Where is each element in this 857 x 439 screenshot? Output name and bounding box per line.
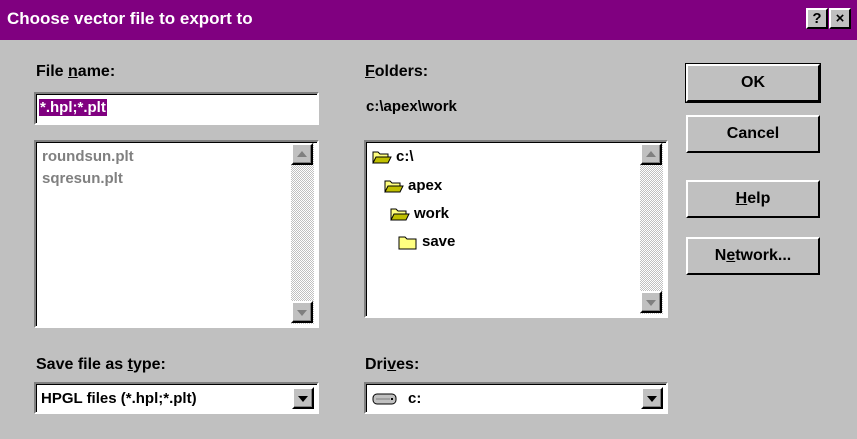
folder-label: work: [414, 205, 450, 222]
folder-item-apex[interactable]: apex: [384, 177, 442, 194]
title-bar[interactable]: Choose vector file to export to ? ×: [0, 0, 857, 40]
file-name-value: *.hpl;*.plt: [39, 99, 107, 116]
scroll-up-icon: [646, 151, 656, 157]
help-button[interactable]: Help: [686, 180, 820, 218]
chevron-down-icon: [647, 396, 657, 402]
current-path: c:\apex\work: [366, 98, 457, 115]
file-list[interactable]: roundsun.plt sqresun.plt: [34, 140, 319, 328]
file-list-scroll-down[interactable]: [291, 301, 313, 323]
cancel-button[interactable]: Cancel: [686, 115, 820, 153]
folder-icon: [398, 236, 417, 249]
export-dialog: Choose vector file to export to ? × File…: [0, 0, 857, 439]
question-icon: ?: [812, 10, 822, 27]
folder-item-work[interactable]: work: [390, 205, 449, 222]
drives-select[interactable]: c:: [364, 382, 668, 414]
network-button-label: Network...: [714, 247, 792, 264]
open-folder-icon: [372, 151, 392, 163]
cancel-button-label: Cancel: [726, 125, 780, 142]
network-button[interactable]: Network...: [686, 237, 820, 275]
save-type-select[interactable]: HPGL files (*.hpl;*.plt): [34, 382, 319, 414]
scroll-down-icon: [297, 310, 307, 316]
close-icon: ×: [835, 10, 845, 27]
file-list-scrollbar[interactable]: [291, 143, 314, 324]
scroll-up-icon: [297, 151, 307, 157]
folder-item-root[interactable]: c:\: [372, 148, 414, 165]
close-title-button[interactable]: ×: [829, 8, 851, 29]
folders-label: Folders:: [365, 63, 429, 80]
help-title-button[interactable]: ?: [806, 8, 828, 29]
save-type-value: HPGL files (*.hpl;*.plt): [41, 390, 197, 407]
file-list-scroll-up[interactable]: [291, 143, 313, 165]
ok-button[interactable]: OK: [685, 63, 821, 103]
chevron-down-icon: [298, 396, 308, 402]
folder-label: c:\: [396, 148, 414, 165]
hard-drive-icon: [372, 393, 397, 405]
file-list-item[interactable]: roundsun.plt: [42, 148, 134, 165]
folder-tree-scroll-down[interactable]: [640, 291, 662, 313]
file-list-item[interactable]: sqresun.plt: [42, 170, 123, 187]
drives-label: Drives:: [365, 356, 420, 373]
scroll-down-icon: [646, 300, 656, 306]
open-folder-icon: [390, 208, 410, 220]
window-title: Choose vector file to export to: [7, 9, 253, 28]
help-button-label: Help: [735, 190, 771, 207]
folder-tree[interactable]: c:\ apex work save: [364, 140, 668, 318]
folder-item-save[interactable]: save: [398, 233, 455, 250]
folder-label: save: [422, 233, 456, 250]
folder-tree-scrollbar[interactable]: [640, 143, 663, 314]
folder-label: apex: [408, 177, 443, 194]
open-folder-icon: [384, 180, 404, 192]
save-type-label: Save file as type:: [36, 356, 166, 373]
file-name-input[interactable]: *.hpl;*.plt: [34, 92, 319, 125]
file-name-label: File name:: [36, 63, 116, 80]
ok-button-label: OK: [741, 74, 765, 91]
drives-dropdown-button[interactable]: [641, 387, 663, 409]
save-type-dropdown-button[interactable]: [292, 387, 314, 409]
folder-tree-scroll-up[interactable]: [640, 143, 662, 165]
drives-value: c:: [408, 390, 422, 407]
